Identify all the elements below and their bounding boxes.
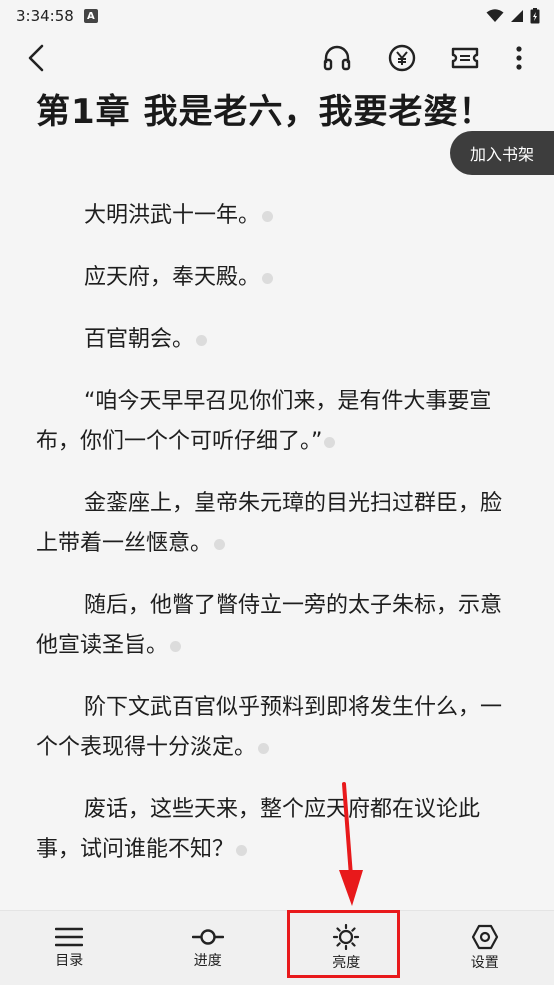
brightness-label: 亮度 <box>332 952 360 972</box>
paragraph-text: 金銮座上，皇帝朱元璋的目光扫过群臣，脸上带着一丝惬意。 <box>36 491 502 556</box>
paragraph: 阶下文武百官似乎预料到即将发生什么，一个个表现得十分淡定。 <box>36 688 520 768</box>
paragraph: 随后，他瞥了瞥侍立一旁的太子朱标，示意他宣读圣旨。 <box>36 586 520 666</box>
cell-signal-icon <box>510 9 524 23</box>
status-right <box>486 8 540 24</box>
paragraph-comment-dot-icon[interactable] <box>258 743 269 754</box>
catalog-label: 目录 <box>55 950 83 970</box>
sun-brightness-icon <box>332 924 360 950</box>
wifi-icon <box>486 9 504 23</box>
paragraph: 大明洪武十一年。 <box>36 196 520 236</box>
paragraph-text: 百官朝会。 <box>84 327 194 352</box>
paragraph: 百官朝会。 <box>36 320 520 360</box>
more-options-button[interactable] <box>501 40 537 76</box>
paragraph-text: 随后，他瞥了瞥侍立一旁的太子朱标，示意他宣读圣旨。 <box>36 593 502 658</box>
chapter-content: 大明洪武十一年。 应天府，奉天殿。 百官朝会。 “咱今天早早召见你们来，是有件大… <box>36 196 520 892</box>
back-button[interactable] <box>18 40 54 76</box>
paragraph-comment-dot-icon[interactable] <box>214 539 225 550</box>
ticket-button[interactable] <box>447 40 483 76</box>
reader-bottom-bar: 目录 进度 亮度 设置 <box>0 910 554 985</box>
reader-top-bar <box>0 34 554 80</box>
ticket-icon <box>450 46 480 70</box>
audio-button[interactable] <box>319 40 355 76</box>
paragraph-text: 应天府，奉天殿。 <box>84 265 260 290</box>
brightness-button[interactable]: 亮度 <box>277 911 416 985</box>
paragraph: 金銮座上，皇帝朱元璋的目光扫过群臣，脸上带着一丝惬意。 <box>36 484 520 564</box>
paragraph-text: 大明洪武十一年。 <box>84 203 260 228</box>
recharge-button[interactable] <box>384 40 420 76</box>
paragraph-text: 阶下文武百官似乎预料到即将发生什么，一个个表现得十分淡定。 <box>36 695 502 760</box>
paragraph-comment-dot-icon[interactable] <box>170 641 181 652</box>
more-vertical-icon <box>515 45 523 71</box>
yuan-coin-icon <box>388 44 416 72</box>
headphones-icon <box>323 45 351 71</box>
settings-hexagon-icon <box>471 924 499 950</box>
chapter-title: 第1章 我是老六，我要老婆！ <box>36 84 494 133</box>
paragraph-text: 废话，这些天来，整个应天府都在议论此事，试问谁能不知？ <box>36 797 480 862</box>
settings-label: 设置 <box>471 952 499 972</box>
catalog-button[interactable]: 目录 <box>0 911 139 985</box>
progress-slider-icon <box>192 926 224 948</box>
status-bar: 3:34:58 A <box>0 0 554 32</box>
paragraph-comment-dot-icon[interactable] <box>262 211 273 222</box>
paragraph: “咱今天早早召见你们来，是有件大事要宣布，你们一个个可听仔细了。” <box>36 382 520 462</box>
status-left: 3:34:58 A <box>16 7 98 25</box>
status-time: 3:34:58 <box>16 7 74 25</box>
progress-button[interactable]: 进度 <box>139 911 278 985</box>
paragraph: 废话，这些天来，整个应天府都在议论此事，试问谁能不知？ <box>36 790 520 870</box>
paragraph-comment-dot-icon[interactable] <box>324 437 335 448</box>
menu-list-icon <box>55 926 83 948</box>
paragraph: 应天府，奉天殿。 <box>36 258 520 298</box>
progress-label: 进度 <box>194 950 222 970</box>
settings-button[interactable]: 设置 <box>416 911 554 985</box>
add-to-bookshelf-button[interactable]: 加入书架 <box>450 131 554 175</box>
chevron-left-icon <box>27 44 45 72</box>
accessibility-badge-icon: A <box>84 9 98 23</box>
battery-icon <box>530 8 540 24</box>
paragraph-comment-dot-icon[interactable] <box>236 845 247 856</box>
paragraph-comment-dot-icon[interactable] <box>262 273 273 284</box>
paragraph-comment-dot-icon[interactable] <box>196 335 207 346</box>
paragraph-text: “咱今天早早召见你们来，是有件大事要宣布，你们一个个可听仔细了。” <box>36 389 491 454</box>
